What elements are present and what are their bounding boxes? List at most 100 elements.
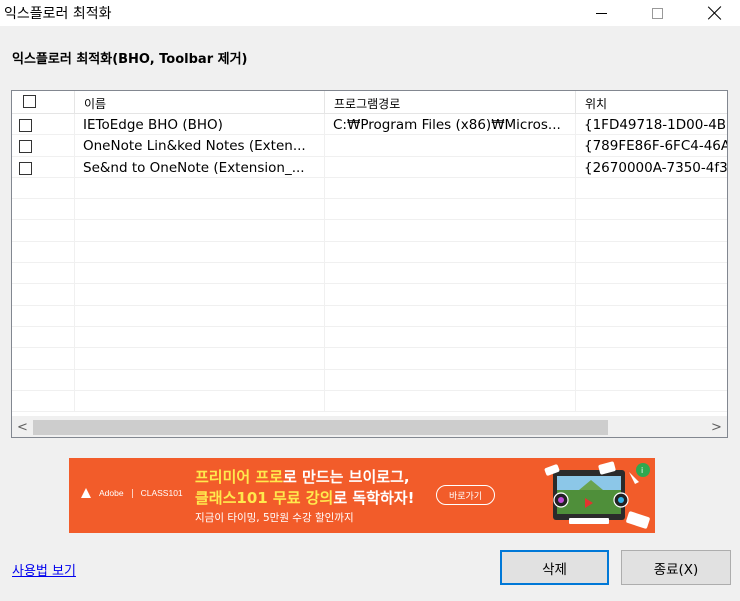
table-row[interactable]: Se&nd to OneNote (Extension_... {2670000A… [12,156,727,178]
row-path-cell [325,156,576,177]
row-location-cell [576,220,727,240]
row-checkbox-cell [12,305,75,326]
row-checkbox-cell [12,114,75,135]
row-name-cell [75,177,325,199]
ad-headline-1: 프리미어 프로로 만드는 브이로그, [195,466,410,487]
empty-row [12,220,727,242]
ad-brand-class101: CLASS101 [140,488,183,498]
row-path-cell [325,177,576,199]
ad-headline-2-rest: 로 독학하자! [333,489,415,507]
ad-illustration: i [544,461,650,529]
row-path-cell [325,220,576,241]
row-checkbox[interactable] [19,140,32,154]
row-name-cell [75,241,325,263]
row-checkbox-cell [12,369,75,390]
ad-banner[interactable]: Adobe CLASS101 프리미어 프로로 만드는 브이로그, 클래스101… [69,458,655,533]
row-location-cell: {2670000A-7350-4f3 [576,157,727,177]
ad-cta-button[interactable]: 바로가기 [436,485,495,505]
row-name-cell: OneNote Lin&ked Notes (Exten... [75,135,325,156]
adobe-logo-icon [81,488,91,498]
row-path-cell [325,348,576,369]
empty-row [12,369,727,391]
row-checkbox[interactable] [19,161,32,175]
window-title: 익스플로러 최적화 [4,6,112,22]
row-name-cell: IEToEdge BHO (BHO) [75,114,325,135]
empty-row [12,348,727,370]
empty-row [12,177,727,200]
row-path-cell [325,241,576,263]
ad-headline-1-highlight: 프리미어 프로 [195,468,284,486]
scroll-right-button[interactable]: > [706,417,727,437]
row-checkbox-cell [12,135,75,156]
chevron-right-icon: > [711,420,722,435]
ad-headline-2: 클래스101 무료 강의로 독학하자! [195,487,414,508]
maximize-button[interactable] [634,0,680,26]
empty-row [12,390,727,413]
row-location-cell [576,178,727,198]
row-path-cell [325,199,576,220]
row-checkbox-cell [12,241,75,263]
row-checkbox-cell [12,263,75,284]
title-bar: 익스플로러 최적화 [0,0,740,26]
row-location-cell: {1FD49718-1D00-4B1 [576,114,727,134]
row-checkbox[interactable] [19,119,32,132]
scrollbar-thumb[interactable] [33,420,608,435]
header-select-all-cell[interactable] [12,91,75,114]
row-path-cell [325,135,576,156]
row-location-cell [576,391,727,411]
help-link[interactable]: 사용법 보기 [12,560,76,579]
ad-brand: Adobe CLASS101 [81,488,183,498]
list-body: IEToEdge BHO (BHO) C:₩Program Files (x86)… [12,114,727,416]
bho-list[interactable]: 이름 프로그램경로 위치 IEToEdge BHO (BHO) C:₩Progra… [11,90,728,438]
row-name-cell [75,263,325,284]
empty-row [12,241,727,264]
minimize-icon [595,12,607,14]
row-path-cell [325,369,576,390]
row-name-cell [75,326,325,348]
horizontal-scrollbar[interactable]: < > [12,416,727,437]
empty-row [12,326,727,349]
row-name-cell [75,369,325,390]
empty-row [12,199,727,221]
delete-button[interactable]: 삭제 [500,550,609,585]
row-checkbox-cell [12,326,75,348]
column-header-path[interactable]: 프로그램경로 [325,91,576,114]
row-location-cell [576,242,727,262]
row-path-cell [325,390,576,412]
row-checkbox-cell [12,220,75,241]
table-row[interactable]: OneNote Lin&ked Notes (Exten... {789FE86F… [12,135,727,157]
row-name-cell [75,305,325,326]
ad-brand-adobe: Adobe [99,488,124,498]
row-name-cell [75,220,325,241]
empty-row [12,263,727,285]
empty-row [12,284,727,306]
row-name-cell [75,284,325,305]
row-path-cell [325,326,576,348]
ad-subline: 지금이 타이밍, 5만원 수강 할인까지 [195,512,354,524]
row-path-cell [325,284,576,305]
close-button[interactable] [692,0,738,26]
chevron-left-icon: < [17,420,28,435]
exit-button[interactable]: 종료(X) [621,550,731,585]
ad-headline-2-highlight: 클래스101 무료 강의 [195,489,334,507]
scroll-left-button[interactable]: < [12,417,33,437]
row-path-cell: C:₩Program Files (x86)₩Micros... [325,114,576,135]
row-name-cell [75,390,325,412]
svg-text:i: i [641,466,643,475]
row-checkbox-cell [12,348,75,369]
row-checkbox-cell [12,199,75,220]
column-header-location[interactable]: 위치 [576,91,727,114]
select-all-checkbox[interactable] [23,95,36,108]
row-location-cell [576,306,727,326]
row-location-cell [576,348,727,368]
row-location-cell [576,263,727,283]
ad-headline-1-rest: 로 만드는 브이로그, [283,468,410,486]
column-header-name[interactable]: 이름 [75,91,325,114]
section-heading: 익스플로러 최적화(BHO, Toolbar 제거) [12,52,248,67]
table-row[interactable]: IEToEdge BHO (BHO) C:₩Program Files (x86)… [12,114,727,136]
row-location-cell [576,284,727,304]
minimize-button[interactable] [578,0,624,26]
list-header: 이름 프로그램경로 위치 [12,91,727,114]
maximize-icon [651,7,663,19]
row-checkbox-cell [12,284,75,305]
